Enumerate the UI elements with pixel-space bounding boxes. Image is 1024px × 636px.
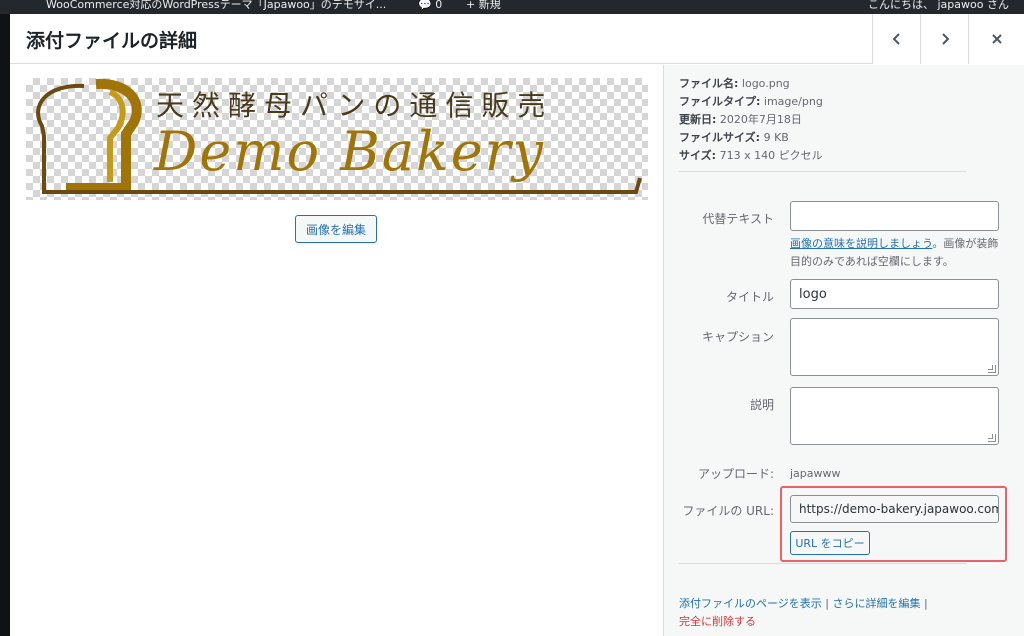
comments-icon[interactable]: 💬 0 — [418, 0, 442, 10]
logo-japanese-text: 天然酵母パンの通信販売 — [156, 89, 554, 122]
divider — [679, 171, 966, 172]
title-input[interactable]: logo — [790, 279, 999, 309]
comments-count: 0 — [435, 0, 443, 11]
description-label: 説明 — [749, 398, 774, 412]
filesize-label: ファイルサイズ: — [679, 131, 761, 144]
uploaded-by-label: アップロード: — [697, 467, 774, 481]
logo-english-text: Demo Bakery — [154, 120, 546, 183]
title-label: タイトル — [725, 290, 774, 304]
alt-text-help-link[interactable]: 画像の意味を説明しましょう — [790, 237, 932, 250]
alt-text-help: 画像の意味を説明しましょう。画像が装飾目的のみであれば空欄にします。 — [790, 235, 1005, 271]
chevron-right-icon — [941, 33, 949, 45]
attachment-details-sidebar: ファイル名: logo.png ファイルタイプ: image/png 更新日: … — [663, 65, 1024, 636]
resize-grip-icon[interactable] — [988, 434, 996, 442]
next-attachment-button[interactable] — [920, 14, 968, 64]
filetype-value: image/png — [763, 95, 823, 108]
size-label: サイズ: — [679, 149, 717, 162]
filetype-label: ファイルタイプ: — [679, 95, 761, 108]
filename-value: logo.png — [741, 77, 790, 90]
alt-text-input[interactable] — [790, 201, 999, 231]
modal-header: 添付ファイルの詳細 — [10, 14, 1024, 64]
size-value: 713 x 140 ピクセル — [719, 149, 823, 162]
chevron-left-icon — [892, 33, 900, 45]
modal-title: 添付ファイルの詳細 — [26, 30, 198, 52]
admin-bar-new[interactable]: + 新規 — [466, 0, 501, 10]
file-info: ファイル名: logo.png ファイルタイプ: image/png 更新日: … — [679, 75, 823, 165]
admin-bar-site-title[interactable]: WooCommerce対応のWordPressテーマ「Japawoo」のデモサイ… — [46, 0, 386, 10]
title-value: logo — [799, 286, 827, 302]
attachment-image: 天然酵母パンの通信販売 Demo Bakery — [26, 78, 648, 200]
edit-more-details-link[interactable]: さらに詳細を編集 — [832, 597, 920, 610]
divider — [679, 563, 966, 564]
caption-label: キャプション — [701, 330, 774, 344]
uploaded-by-value: japawww — [790, 467, 841, 480]
image-preview-area: 天然酵母パンの通信販売 Demo Bakery 画像を編集 — [10, 65, 662, 636]
highlight-box — [780, 486, 1007, 562]
updated-label: 更新日: — [679, 113, 717, 126]
attachment-actions: 添付ファイルのページを表示 | さらに詳細を編集 | 完全に削除する — [679, 595, 928, 631]
close-modal-button[interactable] — [968, 14, 1024, 64]
previous-attachment-button[interactable] — [872, 14, 920, 64]
admin-sidebar-backdrop — [0, 14, 10, 636]
delete-permanently-link[interactable]: 完全に削除する — [679, 615, 756, 628]
admin-bar: WooCommerce対応のWordPressテーマ「Japawoo」のデモサイ… — [0, 0, 1024, 14]
admin-bar-greeting[interactable]: こんにちは、 japawoo さん — [868, 0, 1009, 10]
caption-textarea[interactable] — [790, 318, 999, 376]
action-separator: | — [920, 597, 928, 610]
description-textarea[interactable] — [790, 387, 999, 445]
view-attachment-page-link[interactable]: 添付ファイルのページを表示 — [679, 597, 822, 610]
alt-text-label: 代替テキスト — [702, 212, 774, 226]
close-icon — [991, 34, 1002, 44]
resize-grip-icon[interactable] — [988, 365, 996, 373]
edit-image-button[interactable]: 画像を編集 — [295, 215, 377, 243]
filesize-value: 9 KB — [763, 131, 789, 144]
new-label: 新規 — [478, 0, 501, 11]
action-separator: | — [821, 597, 833, 610]
filename-label: ファイル名: — [679, 77, 739, 90]
attachment-details-modal: 添付ファイルの詳細 天然酵母パンの通信販売 Demo Bakery 画像を編集 … — [10, 14, 1024, 636]
updated-value: 2020年7月18日 — [719, 113, 802, 126]
file-url-label: ファイルの URL: — [682, 504, 774, 518]
